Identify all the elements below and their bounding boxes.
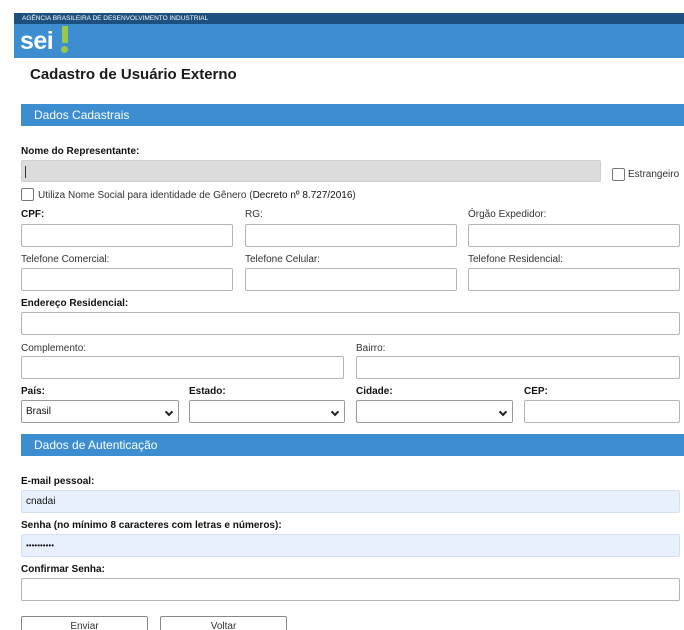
- chevron-down-icon: [330, 407, 340, 417]
- section-dados-autenticacao: Dados de Autenticação: [21, 434, 684, 456]
- rg-input[interactable]: [245, 224, 457, 247]
- endereco-residencial-input[interactable]: [21, 312, 680, 335]
- cidade-label: Cidade:: [356, 386, 393, 397]
- telefone-celular-label: Telefone Celular:: [245, 254, 321, 265]
- orgao-expedidor-input[interactable]: [468, 224, 680, 247]
- confirmar-senha-input[interactable]: [21, 578, 680, 601]
- nome-representante-label: Nome do Representante:: [21, 146, 140, 157]
- cpf-input[interactable]: [21, 224, 233, 247]
- email-input[interactable]: cnadai: [21, 490, 680, 513]
- cidade-select[interactable]: [356, 400, 513, 423]
- voltar-button[interactable]: Voltar: [160, 616, 287, 630]
- complemento-label: Complemento:: [21, 343, 87, 354]
- nome-social-suffix: ): [352, 190, 356, 201]
- cep-label: CEP:: [524, 386, 548, 397]
- sei-logo[interactable]: sei: [20, 26, 54, 56]
- orgao-expedidor-label: Órgão Expedidor:: [468, 209, 547, 220]
- text-caret: [25, 166, 26, 178]
- estrangeiro-label: Estrangeiro: [628, 169, 680, 180]
- chevron-down-icon: [498, 407, 508, 417]
- app-header: AGÊNCIA BRASILEIRA DE DESENVOLVIMENTO IN…: [14, 13, 684, 58]
- nome-representante-input[interactable]: [21, 160, 601, 182]
- estado-select[interactable]: [189, 400, 345, 423]
- telefone-celular-input[interactable]: [245, 268, 457, 291]
- bairro-input[interactable]: [356, 356, 680, 379]
- endereco-residencial-label: Endereço Residencial:: [21, 298, 129, 309]
- complemento-input[interactable]: [21, 356, 344, 379]
- pais-selected-value: Brasil: [26, 406, 52, 417]
- email-label: E-mail pessoal:: [21, 476, 95, 487]
- pais-select[interactable]: Brasil: [21, 400, 179, 423]
- cpf-label: CPF:: [21, 209, 45, 220]
- nome-social-label: Utiliza Nome Social para identidade de G…: [38, 190, 356, 201]
- telefone-residencial-label: Telefone Residencial:: [468, 254, 564, 265]
- bairro-label: Bairro:: [356, 343, 386, 354]
- nome-social-text: Utiliza Nome Social para identidade de G…: [38, 190, 253, 201]
- page-title: Cadastro de Usuário Externo: [30, 66, 237, 83]
- logo-accent-dot-icon: [61, 46, 68, 53]
- pais-label: País:: [21, 386, 45, 397]
- senha-label: Senha (no mínimo 8 caracteres com letras…: [21, 520, 282, 531]
- telefone-comercial-label: Telefone Comercial:: [21, 254, 110, 265]
- telefone-comercial-input[interactable]: [21, 268, 233, 291]
- senha-input[interactable]: ••••••••••: [21, 534, 680, 557]
- enviar-button[interactable]: Enviar: [21, 616, 148, 630]
- section-dados-cadastrais: Dados Cadastrais: [21, 104, 684, 126]
- estado-label: Estado:: [189, 386, 226, 397]
- chevron-down-icon: [164, 407, 174, 417]
- telefone-residencial-input[interactable]: [468, 268, 680, 291]
- rg-label: RG:: [245, 209, 263, 220]
- confirmar-senha-label: Confirmar Senha:: [21, 564, 105, 575]
- logo-accent-icon: [62, 26, 68, 43]
- estrangeiro-checkbox[interactable]: [612, 168, 625, 181]
- cep-input[interactable]: [524, 400, 680, 423]
- agency-name: AGÊNCIA BRASILEIRA DE DESENVOLVIMENTO IN…: [14, 13, 684, 24]
- nome-social-checkbox[interactable]: [21, 188, 34, 201]
- decreto-link[interactable]: Decreto nº 8.727/2016: [253, 190, 353, 201]
